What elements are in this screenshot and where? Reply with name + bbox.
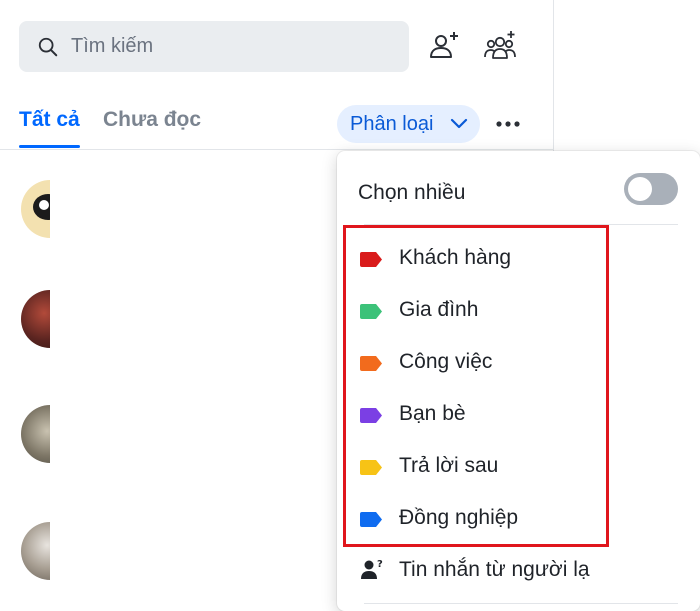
menu-divider	[364, 603, 678, 604]
tag-label: Công việc	[399, 350, 493, 373]
stranger-messages-item[interactable]: ? Tin nhắn từ người lạ	[337, 545, 700, 597]
chevron-down-icon	[450, 118, 468, 129]
search-box[interactable]	[19, 21, 409, 72]
add-friend-icon[interactable]	[428, 30, 460, 62]
tag-item-dong-nghiep[interactable]: Đồng nghiệp	[337, 493, 700, 545]
search-input[interactable]	[71, 21, 391, 72]
avatar[interactable]	[21, 180, 50, 238]
tag-icon	[360, 512, 382, 527]
category-filter-label: Phân loại	[350, 113, 434, 135]
tag-label: Đồng nghiệp	[399, 506, 519, 529]
tabs-divider	[0, 149, 553, 150]
tag-item-khach-hang[interactable]: Khách hàng	[337, 233, 700, 285]
avatar[interactable]	[21, 290, 50, 348]
tag-label: Bạn bè	[399, 402, 466, 425]
stranger-messages-label: Tin nhắn từ người lạ	[399, 558, 590, 581]
tag-label: Trả lời sau	[399, 454, 499, 477]
tag-icon	[360, 356, 382, 371]
tag-icon	[360, 408, 382, 423]
tag-icon	[360, 304, 382, 319]
category-dropdown-menu: Chọn nhiều Khách hàng Gia đình Công việc…	[337, 151, 700, 611]
category-filter-button[interactable]: Phân loại	[337, 105, 480, 143]
tab-all[interactable]: Tất cả	[19, 108, 80, 148]
menu-divider	[364, 224, 678, 225]
multi-select-toggle[interactable]	[624, 173, 678, 205]
tag-item-tra-loi-sau[interactable]: Trả lời sau	[337, 441, 700, 493]
toggle-knob	[628, 177, 652, 201]
avatar[interactable]	[21, 405, 50, 463]
tag-icon	[360, 252, 382, 267]
tag-label: Gia đình	[399, 298, 479, 321]
tag-item-gia-dinh[interactable]: Gia đình	[337, 285, 700, 337]
more-options-icon[interactable]	[494, 112, 522, 136]
svg-text:?: ?	[377, 559, 383, 570]
tag-icon	[360, 460, 382, 475]
unknown-person-icon: ?	[361, 559, 383, 579]
tab-unread[interactable]: Chưa đọc	[103, 108, 201, 132]
multi-select-label: Chọn nhiều	[358, 181, 466, 204]
tag-item-ban-be[interactable]: Bạn bè	[337, 389, 700, 441]
avatar[interactable]	[21, 522, 50, 580]
search-icon	[38, 37, 58, 57]
tag-item-cong-viec[interactable]: Công việc	[337, 337, 700, 389]
create-group-icon[interactable]	[484, 30, 516, 62]
tag-label: Khách hàng	[399, 246, 512, 269]
conversation-list	[0, 150, 50, 606]
